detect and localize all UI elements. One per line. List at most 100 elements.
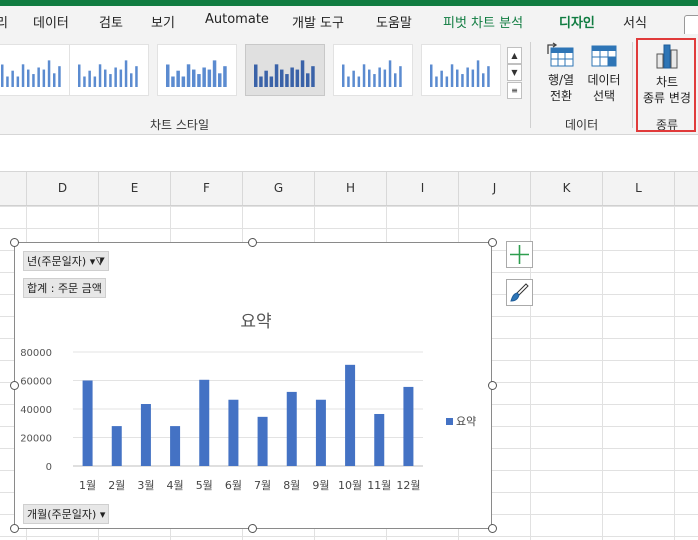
chart-style-thumbnail[interactable] (421, 44, 501, 96)
chart-style-thumbnail[interactable] (157, 44, 237, 96)
chart-styles-button[interactable] (506, 279, 533, 306)
paintbrush-icon (510, 283, 529, 302)
x-tick-label: 12월 (396, 479, 420, 492)
chart-elements-button[interactable] (506, 241, 533, 268)
gallery-scroll-up-icon[interactable]: ▲ (507, 47, 522, 64)
column-header-H[interactable]: H (315, 172, 387, 205)
y-tick-label: 60000 (20, 377, 52, 388)
x-tick-label: 9월 (312, 479, 329, 492)
chart-style-preview-icon (254, 60, 315, 87)
tab-partial[interactable]: 리 (0, 12, 8, 31)
column-header-D[interactable]: D (27, 172, 99, 205)
chart-bar[interactable] (170, 426, 181, 466)
switch-row-column-button[interactable]: 행/열 전환 (538, 42, 584, 104)
chart-bar[interactable] (111, 426, 122, 466)
chart-bar[interactable] (82, 380, 93, 467)
chart-style-thumbnail[interactable] (69, 44, 149, 96)
column-header-I[interactable]: I (387, 172, 459, 205)
tab-8[interactable]: 서식 (623, 12, 647, 31)
tab-3[interactable]: Automate (205, 12, 269, 27)
chart-plot: 요약 0 20000 40000 60000 80000 1월 2월 3월 4월 5월 6월 7월 8월 9… (20, 312, 476, 492)
column-header-L[interactable]: L (603, 172, 675, 205)
chart-bar[interactable] (199, 379, 210, 466)
gridline (674, 206, 675, 540)
chart-style-preview-icon (1, 60, 61, 87)
resize-handle[interactable] (248, 524, 257, 533)
legend-swatch (446, 418, 453, 425)
y-tick-label: 40000 (20, 405, 52, 416)
chart-bar[interactable] (228, 399, 239, 466)
x-tick-label: 3월 (137, 479, 154, 492)
ribbon-tabs: 리 데이터 검토 보기 Automate 개발 도구 도움말 피벗 차트 분석 디자인 서식 (0, 6, 698, 40)
resize-handle[interactable] (10, 524, 19, 533)
resize-handle[interactable] (10, 381, 19, 390)
tab-1[interactable]: 검토 (99, 12, 123, 31)
highlight-box (636, 38, 696, 132)
gridline (602, 206, 603, 540)
select-data-button[interactable]: 데이터 선택 (582, 42, 626, 104)
chart-bar[interactable] (403, 386, 414, 466)
column-header-partial[interactable] (0, 172, 27, 205)
x-tick-label: 5월 (196, 479, 213, 492)
column-header-J[interactable]: J (459, 172, 531, 205)
data-group-label: 데이터 (565, 118, 599, 132)
chart-bar[interactable] (140, 404, 151, 466)
chart-title[interactable]: 요약 (240, 312, 271, 332)
resize-handle[interactable] (10, 238, 19, 247)
plus-icon (510, 245, 529, 264)
chart-style-preview-icon (78, 60, 138, 87)
chart-bar[interactable] (257, 416, 268, 466)
column-header-K[interactable]: K (531, 172, 603, 205)
tab-4[interactable]: 개발 도구 (292, 12, 344, 31)
y-tick-label: 0 (46, 462, 52, 473)
select-data-label-1: 데이터 (587, 73, 621, 87)
chart-style-thumbnail[interactable] (245, 44, 325, 96)
chart-style-thumbnail[interactable] (333, 44, 413, 96)
x-tick-label: 6월 (225, 479, 242, 492)
legend-label[interactable]: 요약 (456, 414, 476, 428)
tab-0[interactable]: 데이터 (33, 12, 69, 31)
ribbon: ▲ ▼ ≡ 차트 스타일 행/열 전환 데이터 선택 데이터 차트 종류 변경 … (0, 34, 698, 135)
x-tick-label: 8월 (283, 479, 300, 492)
x-tick-label: 11월 (367, 479, 391, 492)
x-tick-label: 10월 (338, 479, 362, 492)
gallery-scroll-down-icon[interactable]: ▼ (507, 64, 522, 81)
tab-5[interactable]: 도움말 (376, 12, 412, 31)
column-header-F[interactable]: F (171, 172, 243, 205)
resize-handle[interactable] (248, 238, 257, 247)
switch-row-column-label-2: 전환 (549, 89, 573, 103)
switch-row-column-icon (547, 42, 574, 67)
resize-handle[interactable] (488, 238, 497, 247)
chart-style-preview-icon (166, 60, 227, 87)
chart-bar[interactable] (286, 391, 297, 466)
chart-bar[interactable] (345, 364, 356, 466)
x-tick-label: 4월 (167, 479, 184, 492)
pivot-chart[interactable]: 년(주문일자) ▾⧩ 합계 : 주문 금액 개월(주문일자) ▾ 요약 0 2000… (14, 242, 492, 529)
chart-style-preview-icon (342, 60, 402, 87)
group-separator (632, 42, 633, 128)
y-tick-label: 80000 (20, 348, 52, 359)
gallery-more-icon[interactable]: ≡ (507, 82, 522, 99)
formula-bar[interactable] (0, 135, 698, 172)
resize-handle[interactable] (488, 381, 497, 390)
x-tick-label: 2월 (108, 479, 125, 492)
x-tick-label: 1월 (79, 479, 96, 492)
tab-2[interactable]: 보기 (151, 12, 175, 31)
y-tick-label: 20000 (20, 434, 52, 445)
x-tick-label: 7월 (254, 479, 271, 492)
chart-styles-group-label: 차트 스타일 (150, 118, 210, 132)
chart-bar[interactable] (315, 399, 326, 466)
column-header-E[interactable]: E (99, 172, 171, 205)
tab-7[interactable]: 디자인 (559, 12, 595, 31)
tab-6[interactable]: 피벗 차트 분석 (443, 12, 523, 31)
column-header-G[interactable]: G (243, 172, 315, 205)
chart-bar[interactable] (374, 413, 385, 466)
group-separator (530, 42, 531, 128)
select-data-label-2: 선택 (592, 89, 616, 103)
switch-row-column-label-1: 행/열 (547, 73, 575, 87)
resize-handle[interactable] (488, 524, 497, 533)
chart-style-thumbnail[interactable] (0, 44, 72, 96)
select-data-icon (591, 45, 617, 67)
chart-style-preview-icon (430, 60, 490, 87)
column-headers: DEFGHIJKL (0, 172, 698, 206)
